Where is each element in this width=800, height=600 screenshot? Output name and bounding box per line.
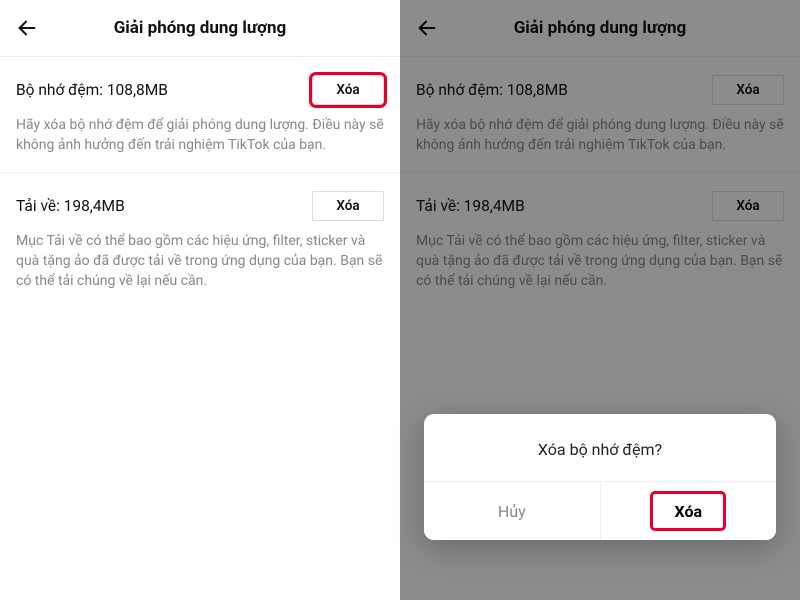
- divider: [400, 172, 800, 173]
- clear-cache-button[interactable]: Xóa: [312, 75, 384, 105]
- dialog-title: Xóa bộ nhớ đệm?: [424, 414, 776, 481]
- arrow-left-icon: [416, 17, 438, 39]
- confirm-dialog: Xóa bộ nhớ đệm? Hủy Xóa: [424, 414, 776, 540]
- downloads-label: Tải về: 198,4MB: [416, 197, 525, 215]
- page-title: Giải phóng dung lượng: [414, 18, 786, 38]
- downloads-section: Tải về: 198,4MB Xóa Mục Tải về có thể ba…: [0, 173, 400, 308]
- header: Giải phóng dung lượng: [400, 0, 800, 56]
- clear-cache-button[interactable]: Xóa: [712, 75, 784, 105]
- cache-description: Hãy xóa bộ nhớ đệm để giải phóng dung lư…: [416, 115, 784, 156]
- cache-section: Bộ nhớ đệm: 108,8MB Xóa Hãy xóa bộ nhớ đ…: [400, 57, 800, 172]
- screen-confirm: Giải phóng dung lượng Bộ nhớ đệm: 108,8M…: [400, 0, 800, 600]
- header: Giải phóng dung lượng: [0, 0, 400, 56]
- downloads-description: Mục Tải về có thể bao gồm các hiệu ứng, …: [16, 231, 384, 292]
- cache-label: Bộ nhớ đệm: 108,8MB: [416, 81, 568, 99]
- back-button[interactable]: [414, 15, 440, 41]
- screen-before: Giải phóng dung lượng Bộ nhớ đệm: 108,8M…: [0, 0, 400, 600]
- page-title: Giải phóng dung lượng: [14, 18, 386, 38]
- downloads-section: Tải về: 198,4MB Xóa Mục Tải về có thể ba…: [400, 173, 800, 308]
- cache-label: Bộ nhớ đệm: 108,8MB: [16, 81, 168, 99]
- dialog-confirm-button[interactable]: Xóa: [601, 482, 777, 540]
- dialog-confirm-label: Xóa: [674, 502, 702, 521]
- dialog-cancel-button[interactable]: Hủy: [424, 482, 601, 540]
- downloads-description: Mục Tải về có thể bao gồm các hiệu ứng, …: [416, 231, 784, 292]
- cache-description: Hãy xóa bộ nhớ đệm để giải phóng dung lư…: [16, 115, 384, 156]
- clear-downloads-button[interactable]: Xóa: [712, 191, 784, 221]
- cache-section: Bộ nhớ đệm: 108,8MB Xóa Hãy xóa bộ nhớ đ…: [0, 57, 400, 172]
- downloads-label: Tải về: 198,4MB: [16, 197, 125, 215]
- dialog-buttons: Hủy Xóa: [424, 481, 776, 540]
- clear-downloads-button[interactable]: Xóa: [312, 191, 384, 221]
- divider: [400, 56, 800, 57]
